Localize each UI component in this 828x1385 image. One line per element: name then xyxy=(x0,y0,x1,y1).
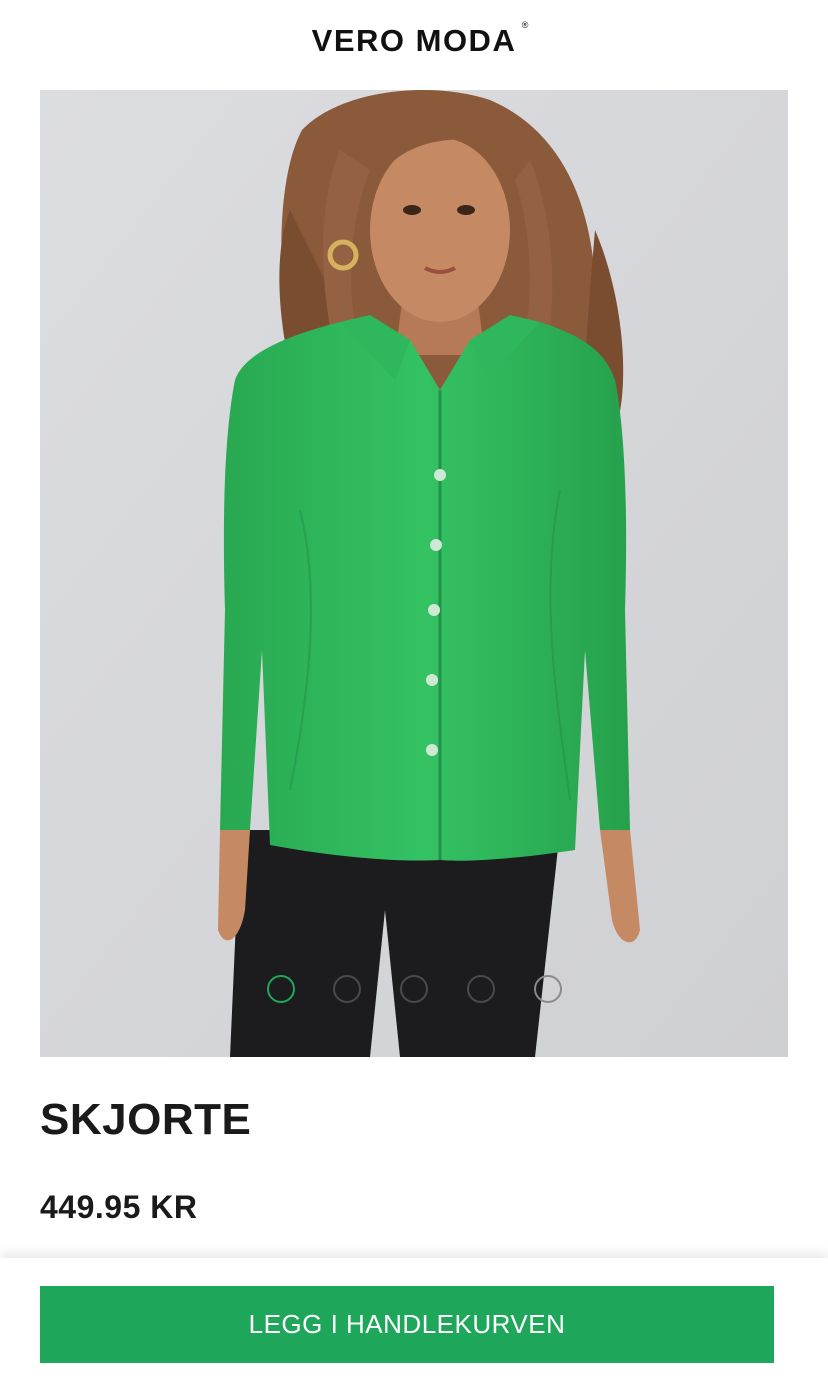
sticky-cart-bar: LEGG I HANDLEKURVEN xyxy=(0,1258,828,1385)
product-image-carousel[interactable] xyxy=(40,90,788,1057)
carousel-dot-3[interactable] xyxy=(400,975,428,1003)
carousel-indicators xyxy=(40,973,788,1005)
registered-mark: ® xyxy=(521,19,529,30)
carousel-dot-5[interactable] xyxy=(534,975,562,1003)
carousel-dot-2[interactable] xyxy=(333,975,361,1003)
carousel-dot-4[interactable] xyxy=(467,975,495,1003)
brand-logo-text: VERO MODA xyxy=(311,22,517,58)
product-price: 449.95 KR xyxy=(40,1189,198,1225)
product-title: SKJORTE xyxy=(40,1095,252,1144)
carousel-dot-1[interactable] xyxy=(267,975,295,1003)
site-header: VERO MODA ® xyxy=(0,0,828,90)
product-photo xyxy=(40,90,788,1057)
brand-logo[interactable]: VERO MODA ® xyxy=(311,20,529,58)
add-to-cart-button[interactable]: LEGG I HANDLEKURVEN xyxy=(40,1286,774,1363)
product-page: VERO MODA ® SKJORTE 449.95 KR LEGG I HAN… xyxy=(0,0,828,1385)
